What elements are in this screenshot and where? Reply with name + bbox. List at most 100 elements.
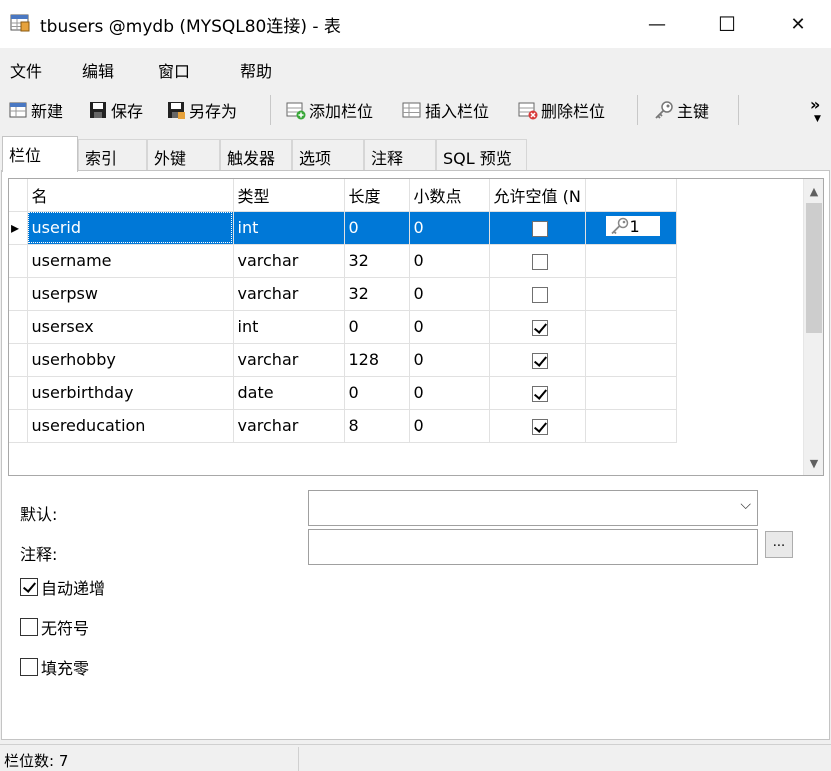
nullable-checkbox[interactable] (531, 352, 548, 369)
unsigned-option[interactable]: 无符号 (20, 615, 89, 639)
field-nullable-cell[interactable] (489, 343, 586, 377)
field-length-cell[interactable]: 128 (344, 343, 410, 377)
field-name-cell[interactable]: username (27, 244, 234, 278)
nullable-checkbox[interactable] (531, 286, 548, 303)
field-name-cell[interactable]: userhobby (27, 343, 234, 377)
table-row[interactable]: userhobby varchar 128 0 (9, 343, 677, 377)
auto-increment-checkbox[interactable] (20, 578, 38, 596)
tab-indexes[interactable]: 索引 (78, 139, 147, 171)
field-length-cell[interactable]: 0 (344, 310, 410, 344)
field-nullable-cell[interactable] (489, 376, 586, 410)
comment-editor-button[interactable]: ... (765, 531, 793, 558)
zerofill-option[interactable]: 填充零 (20, 655, 89, 679)
maximize-button[interactable]: ☐ (704, 0, 750, 48)
field-decimals-cell[interactable]: 0 (409, 343, 490, 377)
field-name-cell[interactable]: usersex (27, 310, 234, 344)
field-length-cell[interactable]: 8 (344, 409, 410, 443)
field-nullable-cell[interactable] (489, 277, 586, 311)
tab-options[interactable]: 选项 (292, 139, 364, 171)
unsigned-checkbox[interactable] (20, 618, 38, 636)
field-length-cell[interactable]: 32 (344, 277, 410, 311)
field-nullable-cell[interactable] (489, 310, 586, 344)
column-header-key[interactable] (585, 179, 677, 212)
row-indicator[interactable] (9, 244, 28, 278)
row-indicator[interactable] (9, 310, 28, 344)
field-key-cell[interactable] (585, 343, 677, 377)
field-nullable-cell[interactable] (489, 244, 586, 278)
scroll-down-icon[interactable]: ▼ (804, 453, 823, 473)
field-key-cell[interactable] (585, 310, 677, 344)
column-header-nullable[interactable]: 允许空值 (N (489, 179, 586, 212)
column-header-length[interactable]: 长度 (344, 179, 410, 212)
field-decimals-cell[interactable]: 0 (409, 244, 490, 278)
column-header-name[interactable]: 名 (27, 179, 234, 212)
menu-help[interactable]: 帮助 (240, 58, 272, 82)
grid-vertical-scrollbar[interactable]: ▲ ▼ (803, 179, 823, 475)
delete-field-button[interactable]: 删除栏位 (518, 98, 605, 122)
field-decimals-cell[interactable]: 0 (409, 310, 490, 344)
scrollbar-thumb[interactable] (806, 203, 822, 333)
column-header-decimals[interactable]: 小数点 (409, 179, 490, 212)
toolbar-overflow-button[interactable]: » (810, 92, 820, 116)
nullable-checkbox[interactable] (531, 319, 548, 336)
field-type-cell[interactable]: varchar (233, 409, 345, 443)
row-indicator[interactable]: ▸ (9, 211, 28, 245)
tab-foreign-keys[interactable]: 外键 (147, 139, 220, 171)
field-type-cell[interactable]: int (233, 211, 345, 245)
menu-edit[interactable]: 编辑 (82, 58, 114, 82)
minimize-button[interactable]: — (634, 0, 680, 48)
primary-key-button[interactable]: 主键 (654, 98, 709, 122)
table-row[interactable]: usereducation varchar 8 0 (9, 409, 677, 443)
row-indicator[interactable] (9, 409, 28, 443)
field-length-cell[interactable]: 0 (344, 376, 410, 410)
field-name-cell[interactable]: usereducation (27, 409, 234, 443)
table-row[interactable]: userbirthday date 0 0 (9, 376, 677, 410)
save-as-button[interactable]: 另存为 (166, 98, 237, 122)
table-row[interactable]: usersex int 0 0 (9, 310, 677, 344)
field-name-cell[interactable]: userid (27, 211, 234, 245)
field-name-cell[interactable]: userbirthday (27, 376, 234, 410)
tab-fields[interactable]: 栏位 (2, 136, 78, 172)
nullable-checkbox[interactable] (531, 220, 548, 237)
nullable-checkbox[interactable] (531, 418, 548, 435)
field-decimals-cell[interactable]: 0 (409, 277, 490, 311)
field-type-cell[interactable]: varchar (233, 343, 345, 377)
field-type-cell[interactable]: varchar (233, 277, 345, 311)
table-row[interactable]: userpsw varchar 32 0 (9, 277, 677, 311)
nullable-checkbox[interactable] (531, 253, 548, 270)
close-button[interactable]: ✕ (775, 0, 821, 48)
insert-field-button[interactable]: 插入栏位 (402, 98, 489, 122)
new-button[interactable]: 新建 (8, 98, 63, 122)
menu-window[interactable]: 窗口 (158, 58, 190, 82)
comment-input[interactable] (308, 529, 758, 565)
field-key-cell[interactable] (585, 409, 677, 443)
column-header-type[interactable]: 类型 (233, 179, 345, 212)
field-length-cell[interactable]: 32 (344, 244, 410, 278)
field-type-cell[interactable]: varchar (233, 244, 345, 278)
field-decimals-cell[interactable]: 0 (409, 376, 490, 410)
field-decimals-cell[interactable]: 0 (409, 211, 490, 245)
nullable-checkbox[interactable] (531, 385, 548, 402)
field-decimals-cell[interactable]: 0 (409, 409, 490, 443)
chevron-down-icon[interactable]: ▼ (814, 114, 821, 124)
auto-increment-option[interactable]: 自动递增 (20, 575, 105, 599)
scroll-up-icon[interactable]: ▲ (804, 181, 823, 201)
tab-sql-preview[interactable]: SQL 预览 (436, 139, 527, 171)
field-type-cell[interactable]: int (233, 310, 345, 344)
row-indicator[interactable] (9, 343, 28, 377)
default-select[interactable]: ⌵ (308, 490, 758, 526)
field-key-cell[interactable] (585, 277, 677, 311)
menu-file[interactable]: 文件 (10, 58, 42, 82)
field-nullable-cell[interactable] (489, 409, 586, 443)
field-key-cell[interactable]: 1 (585, 211, 677, 245)
row-indicator[interactable] (9, 376, 28, 410)
field-key-cell[interactable] (585, 244, 677, 278)
field-nullable-cell[interactable] (489, 211, 586, 245)
table-row[interactable]: username varchar 32 0 (9, 244, 677, 278)
row-indicator[interactable] (9, 277, 28, 311)
save-button[interactable]: 保存 (88, 98, 143, 122)
zerofill-checkbox[interactable] (20, 658, 38, 676)
tab-comment[interactable]: 注释 (364, 139, 436, 171)
add-field-button[interactable]: 添加栏位 (286, 98, 373, 122)
tab-triggers[interactable]: 触发器 (220, 139, 292, 171)
